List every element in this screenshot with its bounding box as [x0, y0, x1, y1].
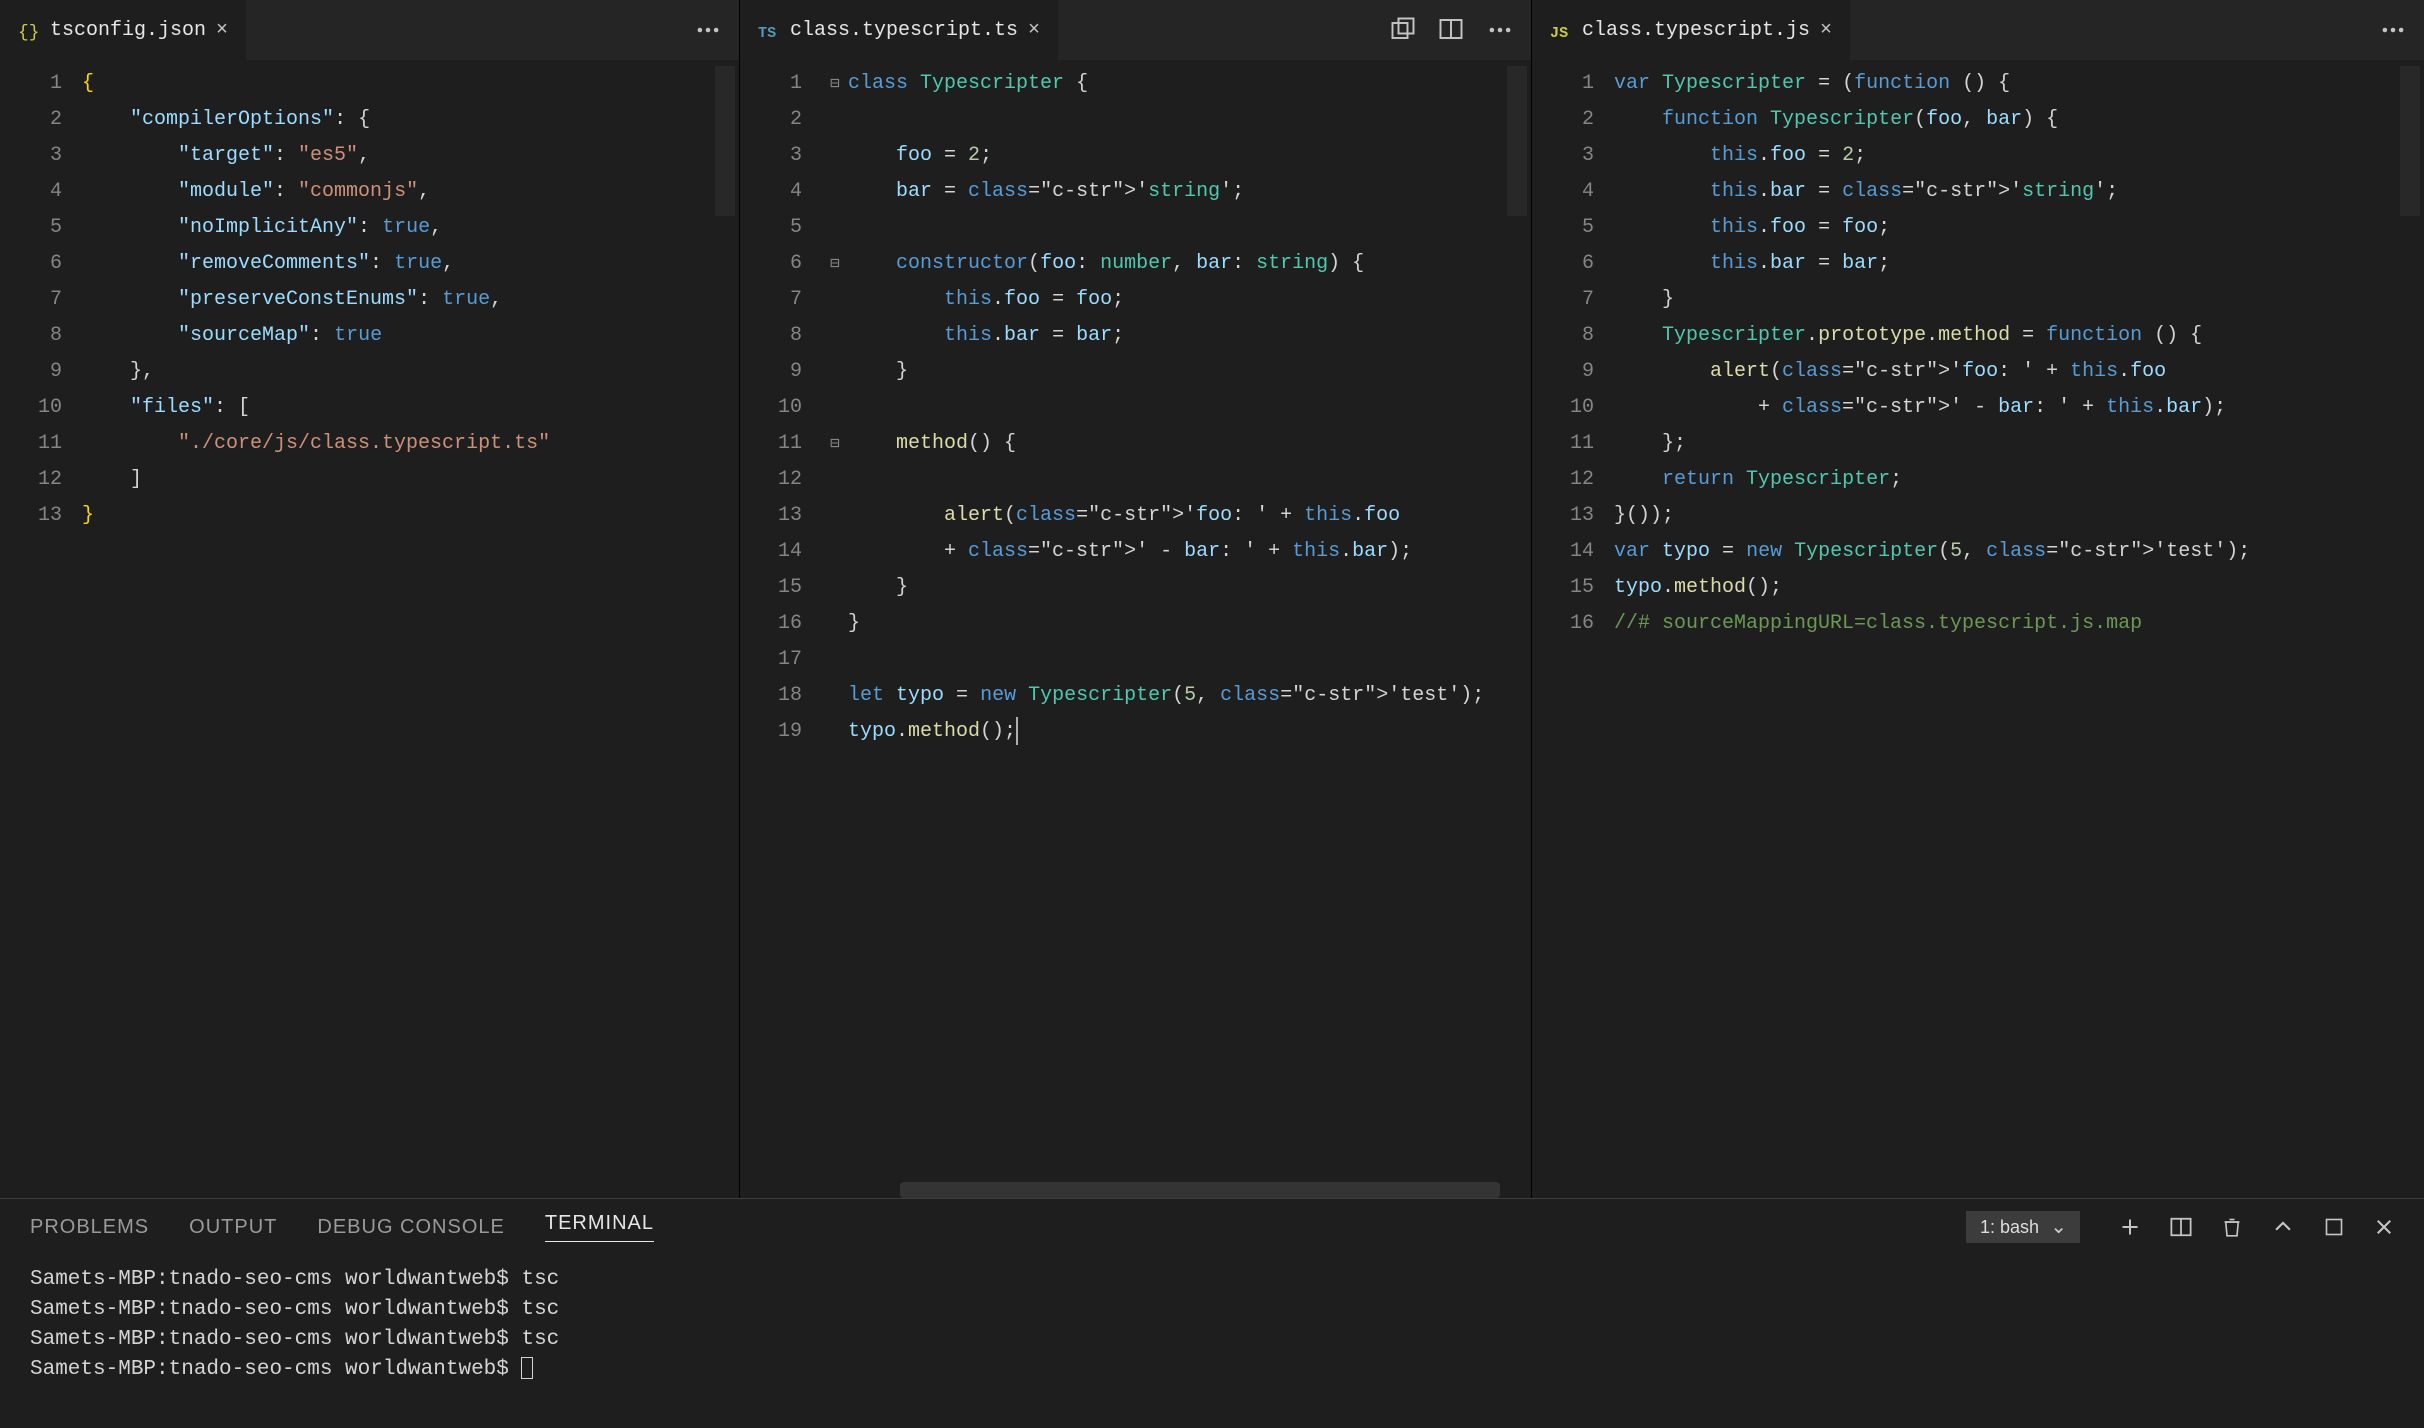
panel-actions	[2120, 1216, 2394, 1238]
svg-text:TS: TS	[758, 24, 776, 41]
new-terminal-icon[interactable]	[2120, 1217, 2140, 1237]
maximize-panel-icon[interactable]	[2324, 1217, 2344, 1237]
split-editor-icon[interactable]	[1439, 17, 1463, 43]
more-icon[interactable]	[695, 17, 721, 43]
js-icon: JS	[1550, 19, 1572, 41]
tab-bar: {} tsconfig.json ×	[0, 0, 739, 60]
line-gutter: 12345678910111213	[0, 60, 82, 1198]
editor-pane-tsconfig: {} tsconfig.json × 12345678910111213 { "…	[0, 0, 740, 1198]
panel-tab-debug[interactable]: DEBUG CONSOLE	[317, 1216, 504, 1239]
close-icon[interactable]: ×	[1820, 19, 1832, 42]
tab-class-js[interactable]: JS class.typescript.js ×	[1532, 0, 1850, 60]
tab-actions	[2380, 17, 2424, 43]
minimap[interactable]	[1507, 66, 1527, 366]
ts-icon: TS	[758, 19, 780, 41]
tab-bar: TS class.typescript.ts ×	[740, 0, 1531, 60]
tab-class-ts[interactable]: TS class.typescript.ts ×	[740, 0, 1058, 60]
more-icon[interactable]	[1487, 17, 1513, 43]
tab-actions	[695, 17, 739, 43]
close-icon[interactable]: ×	[216, 19, 228, 42]
code-content[interactable]: { "compilerOptions": { "target": "es5", …	[82, 60, 739, 1198]
code-area[interactable]: 12345678910111213141516171819 ⊟⊟⊟ class …	[740, 60, 1531, 1198]
panel-tab-problems[interactable]: PROBLEMS	[30, 1216, 149, 1239]
close-icon[interactable]: ×	[1028, 19, 1040, 42]
line-gutter: 12345678910111213141516171819	[740, 60, 822, 1198]
chevron-up-icon[interactable]	[2272, 1216, 2294, 1238]
diff-icon[interactable]	[1391, 17, 1415, 43]
svg-text:JS: JS	[1550, 24, 1568, 41]
tab-tsconfig[interactable]: {} tsconfig.json ×	[0, 0, 246, 60]
minimap[interactable]	[2400, 66, 2420, 366]
horizontal-scrollbar[interactable]	[900, 1182, 1500, 1198]
line-gutter: 12345678910111213141516	[1532, 60, 1614, 1198]
terminal-selector[interactable]: 1: bash	[1966, 1211, 2080, 1243]
code-area[interactable]: 12345678910111213141516 var Typescripter…	[1532, 60, 2424, 1198]
tab-actions	[1391, 17, 1531, 43]
code-content[interactable]: var Typescripter = (function () { functi…	[1614, 60, 2424, 1198]
panel-tabbar: PROBLEMS OUTPUT DEBUG CONSOLE TERMINAL 1…	[0, 1199, 2424, 1255]
close-panel-icon[interactable]	[2374, 1217, 2394, 1237]
split-terminal-icon[interactable]	[2170, 1216, 2192, 1238]
fold-gutter[interactable]: ⊟⊟⊟	[822, 60, 848, 1198]
minimap[interactable]	[715, 66, 735, 366]
tab-label: class.typescript.ts	[790, 19, 1018, 42]
kill-terminal-icon[interactable]	[2222, 1216, 2242, 1238]
editor-pane-ts: TS class.typescript.ts × 123456789101112…	[740, 0, 1532, 1198]
tab-label: tsconfig.json	[50, 19, 206, 42]
code-area[interactable]: 12345678910111213 { "compilerOptions": {…	[0, 60, 739, 1198]
panel-tab-output[interactable]: OUTPUT	[189, 1216, 277, 1239]
code-content[interactable]: class Typescripter { foo = 2; bar = clas…	[848, 60, 1531, 1198]
terminal-output[interactable]: Samets-MBP:tnado-seo-cms worldwantweb$ t…	[0, 1255, 2424, 1428]
json-icon: {}	[18, 19, 40, 41]
tab-bar: JS class.typescript.js ×	[1532, 0, 2424, 60]
tab-label: class.typescript.js	[1582, 19, 1810, 42]
panel-tab-terminal[interactable]: TERMINAL	[545, 1212, 654, 1242]
editor-pane-js: JS class.typescript.js × 123456789101112…	[1532, 0, 2424, 1198]
editor-group: {} tsconfig.json × 12345678910111213 { "…	[0, 0, 2424, 1198]
more-icon[interactable]	[2380, 17, 2406, 43]
bottom-panel: PROBLEMS OUTPUT DEBUG CONSOLE TERMINAL 1…	[0, 1198, 2424, 1428]
svg-text:{}: {}	[18, 23, 39, 41]
